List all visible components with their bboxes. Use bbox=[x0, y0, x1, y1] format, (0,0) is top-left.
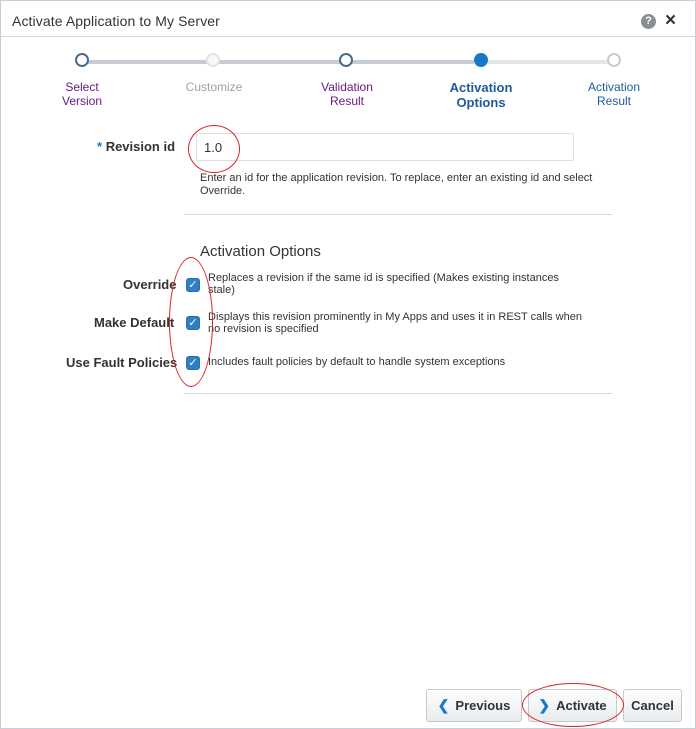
divider-top bbox=[184, 214, 612, 215]
close-icon[interactable]: × bbox=[665, 10, 676, 32]
train-stop-activation-options bbox=[474, 53, 488, 67]
activate-dialog: Activate Application to My Server ? × Se… bbox=[0, 0, 696, 729]
step-label-line: Validation bbox=[321, 80, 373, 94]
step-label-line: Version bbox=[61, 94, 103, 108]
divider-bottom bbox=[184, 393, 612, 394]
step-label-line: Select bbox=[65, 80, 99, 94]
revision-id-help: Enter an id for the application revision… bbox=[200, 172, 593, 197]
override-label: Override bbox=[123, 277, 177, 292]
train-label-activation-options: Activation Options bbox=[431, 80, 531, 110]
train-track-completed bbox=[86, 60, 474, 64]
step-label-line: Result bbox=[596, 94, 631, 108]
wizard-train: Select Version Customize Validation Resu… bbox=[1, 45, 695, 115]
train-label-select-version[interactable]: Select Version bbox=[32, 80, 132, 108]
chevron-left-icon: ❮ bbox=[437, 697, 450, 713]
use-fault-policies-label: Use Fault Policies bbox=[66, 355, 178, 370]
step-label-line: Activation bbox=[449, 80, 513, 95]
train-label-validation-result[interactable]: Validation Result bbox=[297, 80, 397, 108]
activation-options-heading: Activation Options bbox=[200, 243, 321, 260]
cancel-button[interactable]: Cancel bbox=[623, 689, 682, 722]
step-label-line: Result bbox=[329, 94, 364, 108]
train-track-remaining bbox=[488, 60, 612, 64]
help-icon[interactable]: ? bbox=[641, 14, 656, 29]
revision-id-label: * Revision id bbox=[97, 139, 175, 154]
step-label-line: Activation bbox=[587, 80, 641, 94]
revision-id-label-text: Revision id bbox=[105, 139, 176, 154]
dialog-title: Activate Application to My Server bbox=[12, 13, 220, 29]
use-fault-policies-description: Includes fault policies by default to ha… bbox=[208, 356, 506, 368]
train-stop-select-version[interactable] bbox=[75, 53, 89, 67]
annotation-ellipse-checkboxes bbox=[169, 257, 213, 387]
step-label-line: Options bbox=[456, 95, 506, 110]
required-marker: * bbox=[97, 139, 103, 154]
make-default-label: Make Default bbox=[94, 315, 175, 330]
cancel-button-label: Cancel bbox=[631, 698, 674, 713]
train-label-activation-result[interactable]: Activation Result bbox=[564, 80, 664, 108]
previous-button-label: Previous bbox=[455, 698, 511, 713]
train-label-customize: Customize bbox=[164, 80, 264, 94]
annotation-ellipse-revision bbox=[188, 125, 240, 173]
train-stop-customize bbox=[206, 53, 220, 67]
annotation-ellipse-activate bbox=[522, 683, 624, 727]
step-label-line: Customize bbox=[185, 80, 243, 94]
dialog-header: Activate Application to My Server ? × bbox=[1, 5, 695, 37]
override-description: Replaces a revision if the same id is sp… bbox=[208, 272, 559, 296]
make-default-description: Displays this revision prominently in My… bbox=[208, 311, 582, 335]
previous-button[interactable]: ❮ Previous bbox=[426, 689, 522, 722]
revision-id-input[interactable] bbox=[196, 133, 574, 161]
train-stop-validation-result[interactable] bbox=[339, 53, 353, 67]
train-stop-activation-result[interactable] bbox=[607, 53, 621, 67]
